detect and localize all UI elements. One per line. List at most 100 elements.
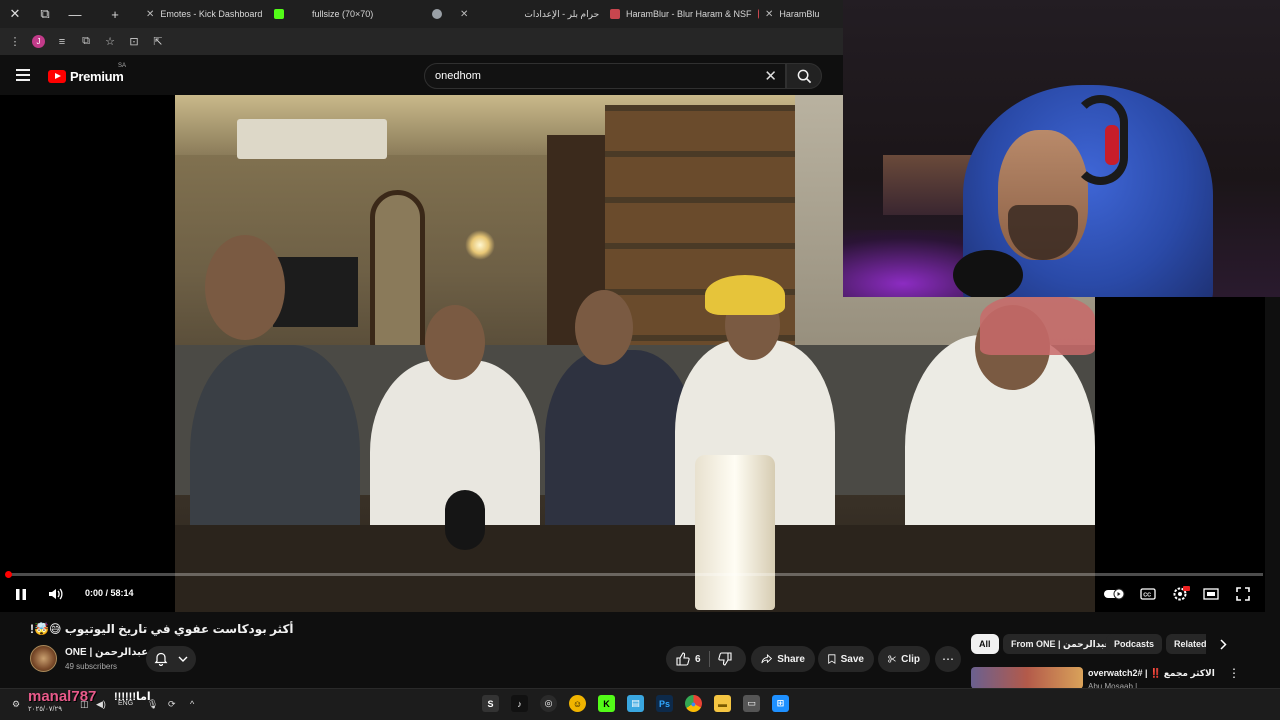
minimize-window-icon[interactable]: —: [60, 0, 90, 28]
translate-icon[interactable]: ⊡: [127, 35, 141, 48]
browser-tab[interactable]: fullsize (70×70): [306, 0, 426, 28]
sync-icon[interactable]: ⟳: [168, 699, 176, 710]
network-icon[interactable]: ◫: [80, 699, 89, 710]
video-progress-bar[interactable]: [5, 571, 1263, 578]
progress-scrubber-handle[interactable]: [5, 571, 12, 578]
captions-icon: CC: [1140, 588, 1156, 600]
time-current: 0:00: [85, 588, 104, 598]
dislike-button[interactable]: [717, 652, 732, 666]
fullscreen-icon: [1236, 587, 1250, 601]
search-value: onedhom: [435, 70, 481, 82]
more-actions-button[interactable]: ⋯: [935, 646, 961, 672]
clip-label: Clip: [901, 653, 920, 665]
close-window-icon[interactable]: ✕: [0, 0, 30, 28]
chip-podcasts[interactable]: Podcasts: [1106, 634, 1163, 654]
close-tab-icon[interactable]: ✕: [146, 9, 154, 20]
extensions-icon[interactable]: ⧉: [79, 35, 93, 48]
browser-tab[interactable]: HaramBlur - Blur Haram & NSF: [604, 0, 759, 28]
browser-tab-strip: ✕ ⧉ — + ✕ Emotes - Kick Dashboard fullsi…: [0, 0, 843, 28]
search-input[interactable]: onedhom ✕: [424, 63, 786, 89]
podcast-microphone: [445, 490, 485, 550]
haramblur-favicon-icon: [610, 9, 620, 19]
time-separator: /: [103, 588, 111, 598]
chevron-down-icon: [178, 656, 188, 662]
new-tab-icon[interactable]: +: [90, 0, 140, 28]
autoplay-toggle-icon: [1104, 588, 1125, 600]
youtube-header: Premium SA onedhom ✕: [0, 55, 843, 95]
chevron-right-icon: [1219, 638, 1227, 650]
browser-tab[interactable]: [426, 0, 454, 28]
thumbs-up-icon: [676, 652, 690, 666]
kick-favicon-icon: [274, 9, 284, 19]
captions-button[interactable]: CC: [1140, 586, 1156, 602]
chip-related[interactable]: Related: [1166, 634, 1206, 654]
miniplayer-button[interactable]: [1203, 586, 1219, 602]
share-button[interactable]: Share: [751, 646, 815, 672]
browser-toolbar: ⋮ J ≡ ⧉ ☆ ⊡ ⇱: [0, 28, 843, 55]
volume-button[interactable]: [48, 586, 64, 602]
profile-avatar[interactable]: J: [32, 35, 45, 48]
autoplay-toggle[interactable]: [1104, 586, 1126, 602]
close-tab-icon[interactable]: ✕: [765, 9, 773, 20]
chrome-icon[interactable]: ●: [685, 695, 702, 712]
browser-tab-pinned[interactable]: [268, 0, 306, 28]
discord-icon[interactable]: ☺: [569, 695, 586, 712]
save-label: Save: [840, 653, 864, 665]
channel-avatar[interactable]: [30, 645, 57, 672]
close-tab-icon[interactable]: ✕: [460, 9, 468, 20]
bell-icon: [154, 652, 168, 666]
speaker-icon[interactable]: ◀): [96, 699, 106, 710]
media-control-icon[interactable]: ≡: [55, 36, 69, 48]
bookmark-icon: [828, 654, 836, 664]
notification-bell-button[interactable]: [146, 646, 196, 672]
volume-icon: [49, 588, 63, 600]
chips-next-button[interactable]: [1215, 636, 1231, 652]
window-app-icon[interactable]: ▭: [743, 695, 760, 712]
photoshop-icon[interactable]: Ps: [656, 695, 673, 712]
like-dislike-group: 6: [666, 646, 746, 672]
restore-window-icon[interactable]: ⧉: [30, 0, 60, 28]
input-language-indicator[interactable]: ENG: [118, 700, 133, 707]
chip-all[interactable]: All: [971, 634, 999, 654]
browser-tab[interactable]: ✕ HaramBlur: [759, 0, 819, 28]
recommendation-title[interactable]: overwatch2# | ‼️ الاكثر مجمع: [1088, 668, 1215, 679]
recommendation-thumbnail[interactable]: [971, 667, 1083, 689]
share-label: Share: [777, 653, 805, 665]
browser-tab[interactable]: ✕ حرام بلر - الإعدادات: [454, 0, 604, 28]
taskbar-app-s[interactable]: S: [482, 695, 499, 712]
time-total: 58:14: [110, 588, 134, 598]
windows-start-icon[interactable]: ⊞: [772, 695, 789, 712]
youtube-premium-logo[interactable]: Premium SA: [48, 63, 126, 84]
like-button[interactable]: 6: [676, 652, 701, 666]
kick-icon[interactable]: K: [598, 695, 615, 712]
tab-label: HaramBlur: [779, 9, 819, 19]
pause-button[interactable]: [14, 586, 28, 602]
notepad-icon[interactable]: ▤: [627, 695, 644, 712]
share-icon: [761, 654, 773, 664]
file-explorer-icon[interactable]: ▬: [714, 695, 731, 712]
chip-from-channel[interactable]: From ONE | عبدالرحمن: [1003, 634, 1119, 654]
clip-button[interactable]: Clip: [878, 646, 930, 672]
pause-icon: [16, 588, 26, 600]
settings-button[interactable]: [1172, 586, 1190, 602]
search-button[interactable]: [786, 63, 822, 89]
fullscreen-button[interactable]: [1236, 586, 1250, 602]
chevron-up-icon[interactable]: ^: [190, 699, 194, 709]
microphone-icon[interactable]: 🎙: [147, 699, 158, 710]
subscriber-count: 49 subscribers: [65, 662, 118, 671]
hamburger-menu-icon[interactable]: [16, 69, 30, 81]
clear-search-icon[interactable]: ✕: [764, 67, 777, 85]
kebab-menu-icon[interactable]: ⋮: [8, 35, 22, 48]
obs-icon[interactable]: ◎: [540, 695, 557, 712]
browser-tab[interactable]: ✕ Emotes - Kick Dashboard: [140, 0, 268, 28]
tiktok-icon[interactable]: ♪: [511, 695, 528, 712]
video-title: أكثر بودكاست عفوي في تاريخ اليوتيوب 😅🤯!: [30, 622, 294, 636]
settings-tray-icon[interactable]: ⚙: [12, 699, 20, 710]
channel-name[interactable]: ONE | عبدالرحمن: [65, 647, 148, 658]
recommendation-menu-icon[interactable]: ⋮: [1228, 666, 1240, 680]
share-page-icon[interactable]: ⇱: [151, 35, 165, 48]
tab-label: حرام بلر - الإعدادات: [524, 8, 600, 19]
bookmark-star-icon[interactable]: ☆: [103, 35, 117, 48]
save-button[interactable]: Save: [818, 646, 874, 672]
tab-label: Emotes - Kick Dashboard: [160, 9, 263, 19]
